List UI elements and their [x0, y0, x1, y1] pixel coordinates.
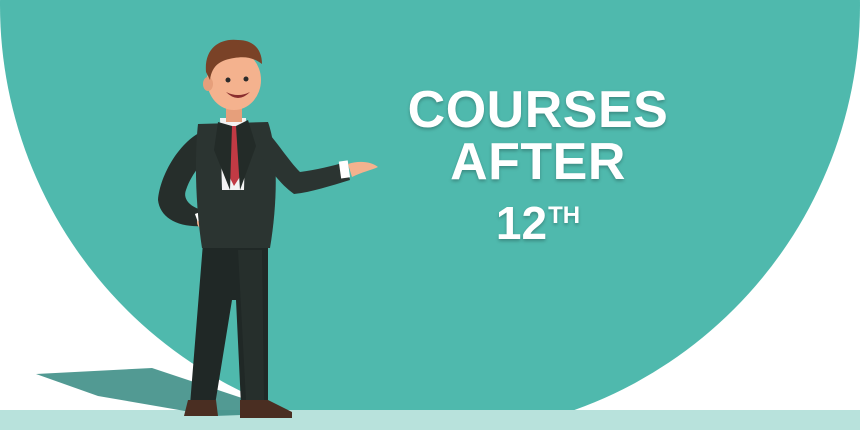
right-eye [243, 76, 249, 82]
headline-line-2: 12TH [320, 200, 756, 246]
figure-shadow [36, 368, 268, 416]
headline-line-1: COURSES AFTER [407, 81, 669, 191]
left-eye [225, 77, 231, 83]
headline: COURSES AFTER 12TH [320, 84, 756, 246]
ear [203, 77, 213, 91]
headline-superscript: TH [548, 202, 581, 229]
left-shoe [184, 400, 218, 416]
headline-number: 12 [495, 197, 548, 249]
banner-canvas: COURSES AFTER 12TH [0, 0, 860, 430]
right-shoe [240, 400, 292, 418]
